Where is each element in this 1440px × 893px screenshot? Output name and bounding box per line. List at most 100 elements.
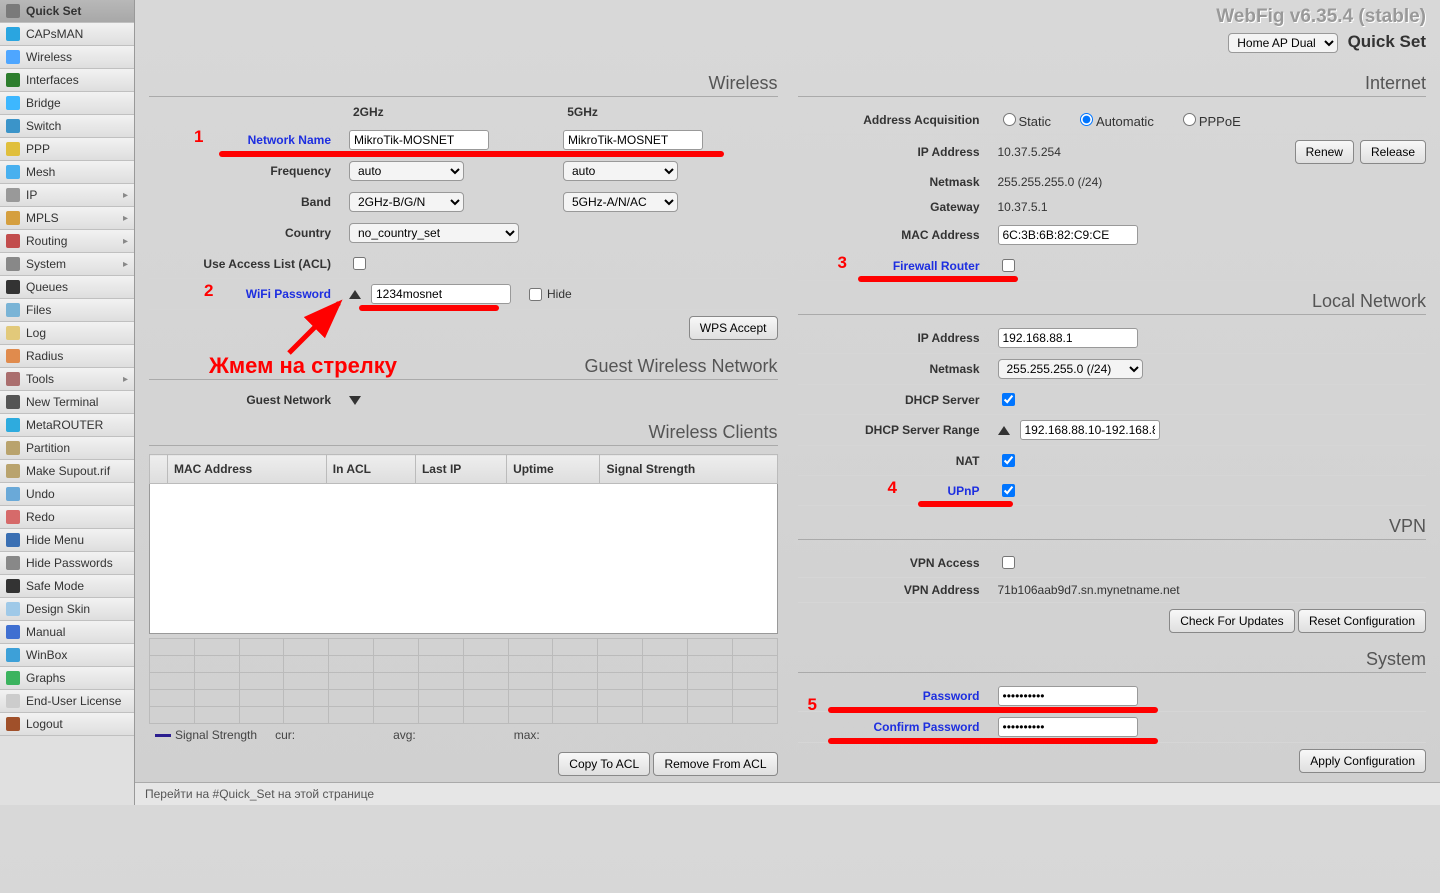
local-netmask-select[interactable]: 255.255.255.0 (/24) [998,359,1143,379]
mode-select[interactable]: Home AP Dual [1228,33,1338,53]
label-frequency: Frequency [149,164,349,178]
country-select[interactable]: no_country_set [349,223,519,243]
expand-arrow-icon[interactable] [998,426,1010,435]
section-local-network: Local Network [798,285,1427,315]
label-band: Band [149,195,349,209]
annotation-4: 4 [888,478,897,498]
confirm-password-input[interactable] [998,717,1138,737]
sidebar-item-design-skin[interactable]: Design Skin [0,598,134,621]
acl-checkbox[interactable] [353,257,366,270]
sidebar-item-ip[interactable]: IP▸ [0,184,134,207]
sidebar-item-capsman[interactable]: CAPsMAN [0,23,134,46]
sidebar-item-switch[interactable]: Switch [0,115,134,138]
label-upnp: UPnP [798,484,998,498]
annotation-1: 1 [194,127,203,147]
radio-automatic[interactable]: Automatic [1075,110,1154,129]
app-version: WebFig v6.35.4 (stable) [135,0,1440,30]
check-updates-button[interactable]: Check For Updates [1169,609,1294,633]
sidebar-item-tools[interactable]: Tools▸ [0,368,134,391]
th-mac[interactable]: MAC Address [168,455,327,484]
label-dhcp: DHCP Server [798,393,998,407]
label-internet-netmask: Netmask [798,175,998,189]
band-5g-select[interactable]: 5GHz-A/N/AC [563,192,678,212]
sidebar-item-wireless[interactable]: Wireless [0,46,134,69]
sidebar-item-mesh[interactable]: Mesh [0,161,134,184]
label-mac: MAC Address [798,228,998,242]
value-internet-netmask: 255.255.255.0 (/24) [998,175,1103,189]
wps-accept-button[interactable]: WPS Accept [689,316,778,340]
sidebar-item-logout[interactable]: Logout [0,713,134,736]
sidebar-item-undo[interactable]: Undo [0,483,134,506]
firewall-checkbox[interactable] [1002,259,1015,272]
release-button[interactable]: Release [1360,140,1426,164]
nat-checkbox[interactable] [1002,454,1015,467]
col-2ghz: 2GHz [349,105,563,125]
th-signal[interactable]: Signal Strength [600,455,777,484]
sidebar-item-queues[interactable]: Queues [0,276,134,299]
annotation-3: 3 [838,253,847,273]
mac-input[interactable] [998,225,1138,245]
col-5ghz: 5GHz [563,105,777,125]
label-local-ip: IP Address [798,331,998,345]
frequency-5g-select[interactable]: auto [563,161,678,181]
radio-static[interactable]: Static [998,110,1052,129]
hide-password-checkbox[interactable]: Hide [525,285,572,304]
apply-config-button[interactable]: Apply Configuration [1299,749,1426,773]
sidebar-item-bridge[interactable]: Bridge [0,92,134,115]
network-name-5g-input[interactable] [563,130,703,150]
label-internet-ip: IP Address [798,145,998,159]
sidebar-item-make-supout[interactable]: Make Supout.rif [0,460,134,483]
upnp-checkbox[interactable] [1002,484,1015,497]
dhcp-checkbox[interactable] [1002,393,1015,406]
sidebar-item-manual[interactable]: Manual [0,621,134,644]
sidebar-item-ppp[interactable]: PPP [0,138,134,161]
wifi-password-input[interactable] [371,284,511,304]
reset-config-button[interactable]: Reset Configuration [1298,609,1426,633]
sidebar-item-hide-menu[interactable]: Hide Menu [0,529,134,552]
sidebar-item-partition[interactable]: Partition [0,437,134,460]
sidebar-item-winbox[interactable]: WinBox [0,644,134,667]
sidebar-item-graphs[interactable]: Graphs [0,667,134,690]
sidebar-item-mpls[interactable]: MPLS▸ [0,207,134,230]
th-last-ip[interactable]: Last IP [415,455,506,484]
password-input[interactable] [998,686,1138,706]
local-ip-input[interactable] [998,328,1138,348]
sidebar-item-routing[interactable]: Routing▸ [0,230,134,253]
sidebar-item-log[interactable]: Log [0,322,134,345]
sidebar-item-hide-passwords[interactable]: Hide Passwords [0,552,134,575]
sidebar-item-interfaces[interactable]: Interfaces [0,69,134,92]
sidebar-item-metarouter[interactable]: MetaROUTER [0,414,134,437]
sidebar-item-files[interactable]: Files [0,299,134,322]
label-acl: Use Access List (ACL) [149,257,349,271]
sidebar-item-safe-mode[interactable]: Safe Mode [0,575,134,598]
section-wireless: Wireless [149,67,778,97]
label-dhcp-range: DHCP Server Range [798,423,998,437]
annotation-arrow-text: Жмем на стрелку [209,353,397,379]
th-uptime[interactable]: Uptime [507,455,600,484]
radio-pppoe[interactable]: PPPoE [1178,110,1241,129]
label-nat: NAT [798,454,998,468]
value-gateway: 10.37.5.1 [998,200,1048,214]
sidebar-item-new-terminal[interactable]: New Terminal [0,391,134,414]
band-2g-select[interactable]: 2GHz-B/G/N [349,192,464,212]
section-wireless-clients: Wireless Clients [149,416,778,446]
sidebar: Quick Set CAPsMAN Wireless Interfaces Br… [0,0,135,805]
sidebar-item-eul[interactable]: End-User License [0,690,134,713]
chart-legend: Signal Strength cur: avg: max: [149,724,778,746]
sidebar-item-system[interactable]: System▸ [0,253,134,276]
renew-button[interactable]: Renew [1295,140,1354,164]
sidebar-item-radius[interactable]: Radius [0,345,134,368]
status-bar: Перейти на #Quick_Set на этой странице [135,782,1440,805]
collapse-arrow-icon[interactable] [349,396,361,405]
section-internet: Internet [798,67,1427,97]
remove-from-acl-button[interactable]: Remove From ACL [653,752,777,776]
sidebar-item-redo[interactable]: Redo [0,506,134,529]
chevron-right-icon: ▸ [123,190,128,201]
th-in-acl[interactable]: In ACL [326,455,415,484]
frequency-2g-select[interactable]: auto [349,161,464,181]
network-name-2g-input[interactable] [349,130,489,150]
sidebar-item-quickset[interactable]: Quick Set [0,0,134,23]
dhcp-range-input[interactable] [1020,420,1160,440]
copy-to-acl-button[interactable]: Copy To ACL [558,752,650,776]
vpn-access-checkbox[interactable] [1002,556,1015,569]
